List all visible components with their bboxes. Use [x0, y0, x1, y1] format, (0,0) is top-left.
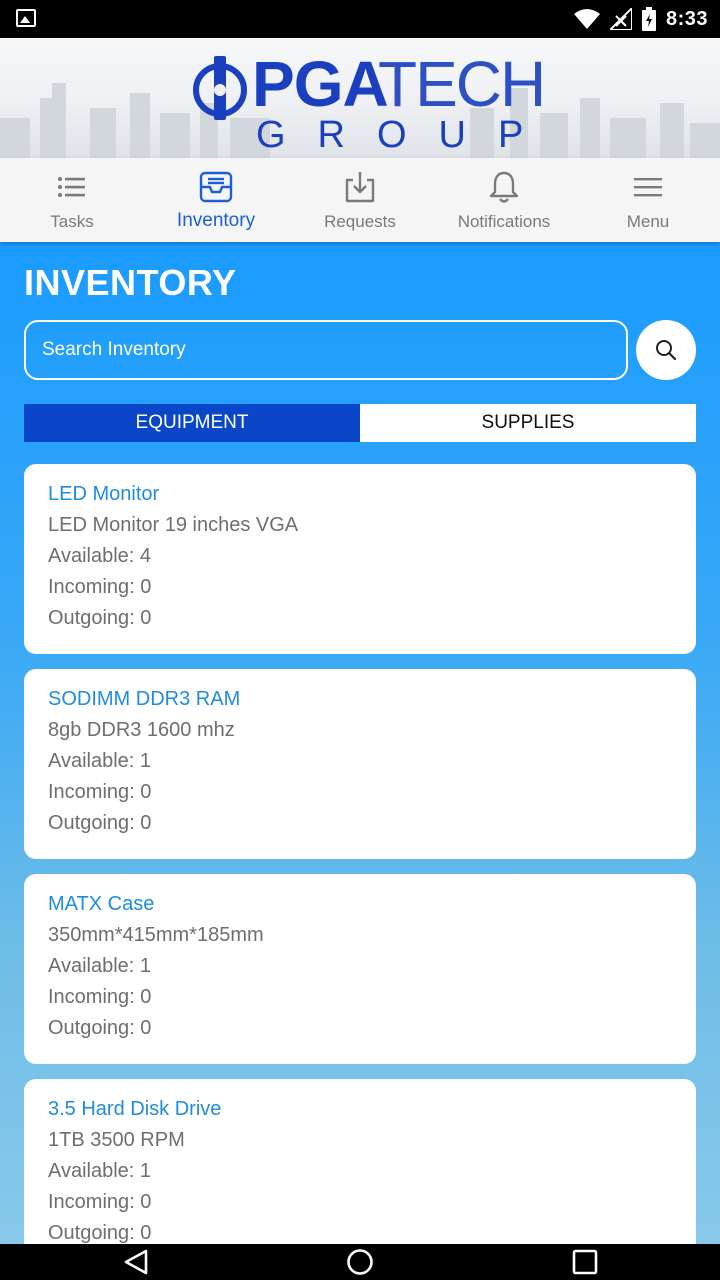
item-description: 1TB 3500 RPM — [48, 1129, 185, 1151]
tab-requests[interactable]: Requests — [288, 158, 432, 242]
category-segmented-control: EQUIPMENT SUPPLIES — [24, 404, 696, 442]
inventory-item-card[interactable]: SODIMM DDR3 RAM 8gb DDR3 1600 mhz Availa… — [24, 669, 696, 859]
inbox-tray-icon — [199, 171, 233, 203]
item-outgoing: Outgoing: 0 — [48, 812, 152, 834]
logo-emblem-icon — [193, 56, 247, 120]
app-header: PGA TECH GROUP — [0, 38, 720, 158]
gallery-notification-icon — [16, 9, 36, 27]
item-name: 3.5 Hard Disk Drive — [48, 1098, 222, 1120]
wifi-icon — [573, 9, 600, 29]
signal-icon — [609, 8, 632, 30]
search-icon — [656, 340, 677, 361]
page-title: INVENTORY — [24, 262, 237, 303]
logo-text-second: TECH — [378, 48, 546, 120]
hamburger-icon — [634, 178, 662, 197]
search-button[interactable] — [636, 320, 696, 380]
download-icon — [345, 172, 375, 203]
item-name: LED Monitor — [48, 483, 160, 505]
inventory-item-card[interactable]: 3.5 Hard Disk Drive 1TB 3500 RPM Availab… — [24, 1079, 696, 1244]
item-description: 350mm*415mm*185mm — [48, 924, 264, 946]
home-icon[interactable] — [346, 1248, 374, 1276]
tab-label: Inventory — [176, 210, 256, 231]
item-description: LED Monitor 19 inches VGA — [48, 514, 299, 536]
tab-label: Requests — [324, 212, 396, 231]
search-placeholder: Search Inventory — [42, 339, 186, 360]
segment-equipment[interactable]: EQUIPMENT — [24, 404, 360, 442]
logo-text-sub: GROUP — [256, 114, 556, 156]
item-available: Available: 1 — [48, 750, 152, 772]
inventory-item-card[interactable]: LED Monitor LED Monitor 19 inches VGA Av… — [24, 464, 696, 654]
bell-icon — [489, 171, 519, 203]
top-tab-bar: Tasks Inventory Requests Notifications M… — [0, 158, 720, 242]
tab-tasks[interactable]: Tasks — [0, 158, 144, 242]
tab-label: Tasks — [50, 212, 94, 231]
recents-icon[interactable] — [572, 1248, 598, 1276]
tab-inventory[interactable]: Inventory — [144, 158, 288, 242]
tab-notifications[interactable]: Notifications — [432, 158, 576, 242]
item-name: MATX Case — [48, 893, 155, 915]
status-bar: 8:33 — [0, 0, 720, 38]
search-input[interactable]: Search Inventory — [24, 320, 628, 380]
item-incoming: Incoming: 0 — [48, 1191, 152, 1213]
item-incoming: Incoming: 0 — [48, 781, 152, 803]
clock: 8:33 — [665, 7, 708, 30]
logo-text-main: PGA — [252, 48, 389, 120]
inventory-list: LED Monitor LED Monitor 19 inches VGA Av… — [24, 464, 696, 1244]
pga-tech-group-logo: PGA TECH GROUP — [192, 46, 546, 154]
list-icon — [58, 177, 85, 197]
tab-menu[interactable]: Menu — [576, 158, 720, 242]
item-outgoing: Outgoing: 0 — [48, 1017, 152, 1039]
item-outgoing: Outgoing: 0 — [48, 1222, 152, 1244]
item-description: 8gb DDR3 1600 mhz — [48, 719, 235, 741]
segment-supplies[interactable]: SUPPLIES — [360, 404, 696, 442]
item-available: Available: 4 — [48, 545, 152, 567]
item-available: Available: 1 — [48, 1160, 152, 1182]
inventory-screen: INVENTORY Search Inventory EQUIPMENT SUP… — [0, 242, 720, 1244]
back-icon[interactable] — [122, 1248, 150, 1276]
battery-icon — [641, 7, 656, 31]
item-incoming: Incoming: 0 — [48, 576, 152, 598]
item-available: Available: 1 — [48, 955, 152, 977]
item-outgoing: Outgoing: 0 — [48, 607, 152, 629]
item-incoming: Incoming: 0 — [48, 986, 152, 1008]
inventory-item-card[interactable]: MATX Case 350mm*415mm*185mm Available: 1… — [24, 874, 696, 1064]
item-name: SODIMM DDR3 RAM — [48, 688, 241, 710]
tab-label: Notifications — [457, 212, 551, 231]
tab-label: Menu — [626, 212, 670, 231]
system-navigation-bar — [0, 1244, 720, 1280]
